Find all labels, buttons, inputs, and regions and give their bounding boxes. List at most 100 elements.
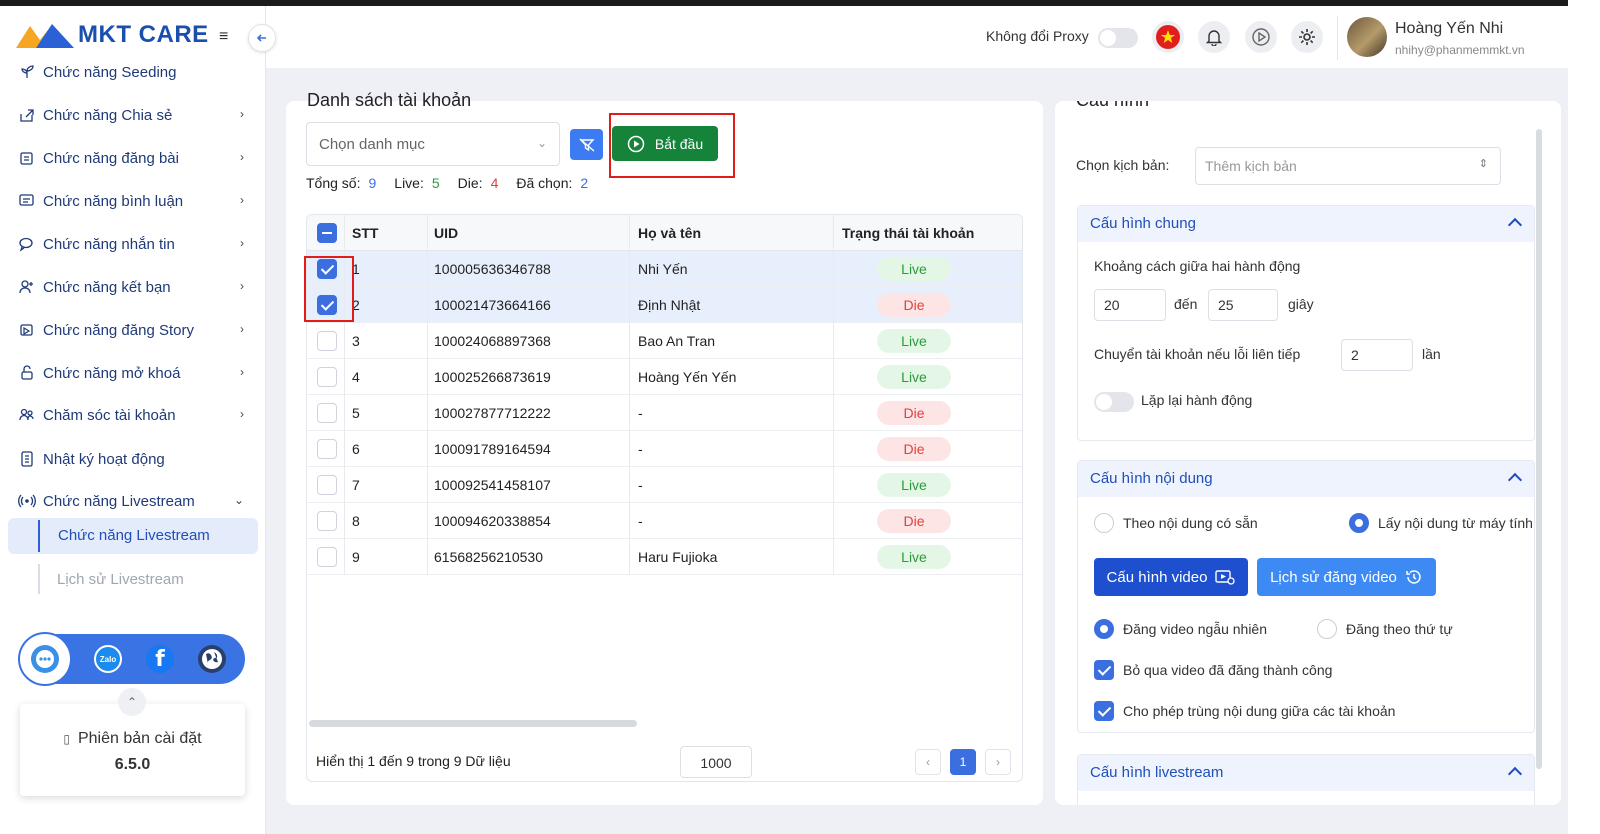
table-row[interactable]: 1 100005636346788 Nhi Yến Live (307, 251, 1022, 287)
prev-page-button[interactable]: ‹ (915, 749, 941, 775)
sidebar-item-5[interactable]: Chức năng nhắn tin › (18, 229, 248, 259)
row-checkbox[interactable] (317, 439, 337, 459)
settings-gear-icon[interactable] (1291, 21, 1323, 53)
interval-from-input[interactable]: 20 (1094, 289, 1166, 321)
bell-icon[interactable] (1198, 21, 1230, 53)
random-video-radio[interactable] (1094, 619, 1114, 639)
switch-account-input[interactable]: 2 (1341, 339, 1413, 371)
sidebar-item-4[interactable]: Chức năng bình luận › (18, 186, 248, 216)
sidebar-sub-item-livestream[interactable]: Chức năng Livestream (8, 518, 258, 554)
page-size-input[interactable]: 1000 (680, 746, 752, 778)
order-video-radio[interactable] (1317, 619, 1337, 639)
collapse-sidebar-button[interactable] (248, 24, 276, 52)
sidebar-item-2[interactable]: Chức năng Chia sẻ › (18, 100, 248, 130)
table-row[interactable]: 6 100091789164594 - Die (307, 431, 1022, 467)
content-config-header[interactable]: Cấu hình nội dung (1078, 461, 1534, 497)
video-config-button[interactable]: Cấu hình video (1094, 558, 1248, 596)
expand-up-icon[interactable]: ⌃ (118, 688, 146, 716)
cell-uid: 100025266873619 (434, 369, 551, 385)
proxy-toggle[interactable] (1098, 28, 1138, 48)
cell-uid: 100005636346788 (434, 261, 551, 277)
account-stats: Tổng số: 9 Live: 5 Die: 4 Đã chọn: 2 (306, 175, 606, 191)
brand-logo[interactable]: MKT CARE (16, 18, 209, 52)
facebook-icon[interactable]: f (146, 645, 174, 673)
repeat-action-toggle[interactable] (1094, 392, 1134, 412)
next-page-button[interactable]: › (985, 749, 1011, 775)
user-avatar[interactable] (1347, 17, 1387, 57)
video-history-button[interactable]: Lịch sử đăng video (1257, 558, 1436, 596)
script-select-placeholder: Thêm kịch bản (1205, 158, 1297, 174)
row-checkbox[interactable] (317, 547, 337, 567)
globe-icon[interactable] (198, 645, 226, 673)
table-horizontal-scrollbar[interactable] (309, 720, 637, 727)
vietnam-flag-icon[interactable] (1152, 21, 1184, 53)
sidebar-item-11[interactable]: Chức năng Livestream ⌄ (18, 486, 248, 516)
table-row[interactable]: 9 61568256210530 Haru Fujioka Live (307, 539, 1022, 575)
sidebar-item-label: Chức năng đăng bài (43, 149, 179, 167)
sidebar-item-8[interactable]: Chức năng mở khoá › (18, 358, 248, 388)
cell-uid: 100091789164594 (434, 441, 551, 457)
video-settings-icon (1215, 570, 1236, 585)
table-row[interactable]: 2 100021473664166 Định Nhật Die (307, 287, 1022, 323)
hamburger-menu-icon[interactable]: ≡ (219, 28, 228, 46)
sub-item-indicator (38, 564, 40, 594)
sidebar-item-9[interactable]: Chăm sóc tài khoản › (18, 400, 248, 430)
chevron-down-icon: ⌄ (536, 136, 547, 150)
config-title: Cấu hình (1076, 101, 1149, 111)
sidebar-item-7[interactable]: Chức năng đăng Story › (18, 315, 248, 345)
sidebar-item-10[interactable]: Nhật ký hoạt động (18, 444, 248, 474)
row-checkbox[interactable] (317, 511, 337, 531)
play-video-icon[interactable] (1245, 21, 1277, 53)
livestream-config-header[interactable]: Cấu hình livestream (1078, 755, 1534, 791)
row-checkbox[interactable] (317, 475, 337, 495)
content-existing-label: Theo nội dung có sẵn (1123, 515, 1258, 531)
sidebar-sub-item-livestream-history[interactable]: Lịch sử Livestream (38, 562, 258, 598)
table-row[interactable]: 4 100025266873619 Hoàng Yến Yến Live (307, 359, 1022, 395)
support-icon[interactable] (20, 634, 70, 684)
content-existing-radio[interactable] (1094, 513, 1114, 533)
table-row[interactable]: 8 100094620338854 - Die (307, 503, 1022, 539)
skip-posted-checkbox[interactable] (1094, 660, 1114, 680)
account-care-icon (18, 406, 36, 424)
status-badge: Live (877, 365, 951, 389)
chevron-up-icon (1507, 472, 1523, 488)
row-checkbox[interactable] (317, 403, 337, 423)
topbar-divider (1337, 16, 1338, 60)
sub-item-indicator (38, 520, 40, 552)
account-list-title: Danh sách tài khoản (307, 90, 472, 110)
config-scrollbar[interactable] (1536, 129, 1542, 769)
sidebar-item-3[interactable]: Chức năng đăng bài › (18, 143, 248, 173)
status-badge: Live (877, 473, 951, 497)
chevron-right-icon: › (240, 236, 244, 250)
row-checkbox[interactable] (317, 331, 337, 351)
selected-count: 2 (580, 175, 589, 191)
switch-account-label: Chuyển tài khoản nếu lỗi liên tiếp (1094, 346, 1301, 362)
cell-name: - (638, 405, 643, 421)
chevron-right-icon: › (240, 107, 244, 121)
zalo-icon[interactable]: Zalo (94, 645, 122, 673)
total-count: 9 (368, 175, 377, 191)
general-config-section: Cấu hình chung Khoảng cách giữa hai hành… (1077, 205, 1535, 441)
general-config-header[interactable]: Cấu hình chung (1078, 206, 1534, 242)
livestream-config-title: Cấu hình livestream (1090, 764, 1224, 781)
table-row[interactable]: 5 100027877712222 - Die (307, 395, 1022, 431)
row-checkbox[interactable] (317, 367, 337, 387)
select-all-checkbox[interactable] (317, 223, 337, 243)
table-row[interactable]: 3 100024068897368 Bao An Tran Live (307, 323, 1022, 359)
status-badge: Die (877, 509, 951, 533)
sidebar: MKT CARE ≡ Chức năng Seeding Chức năng Ch… (0, 6, 266, 834)
interval-to-input[interactable]: 25 (1208, 289, 1278, 321)
category-select[interactable]: Chọn danh mục ⌄ (306, 122, 560, 166)
clear-filter-button[interactable] (570, 129, 603, 160)
content-machine-radio[interactable] (1349, 513, 1369, 533)
page-1-button[interactable]: 1 (950, 749, 976, 775)
sidebar-item-6[interactable]: Chức năng kết bạn › (18, 272, 248, 302)
share-icon (18, 106, 36, 124)
cell-name: Haru Fujioka (638, 549, 718, 565)
sidebar-item-1[interactable]: Chức năng Seeding (18, 57, 248, 87)
script-select[interactable]: Thêm kịch bản ⇕ (1195, 147, 1501, 185)
table-row[interactable]: 7 100092541458107 - Live (307, 467, 1022, 503)
allow-duplicate-checkbox[interactable] (1094, 701, 1114, 721)
selected-label: Đã chọn: (516, 175, 573, 191)
story-icon (18, 321, 36, 339)
